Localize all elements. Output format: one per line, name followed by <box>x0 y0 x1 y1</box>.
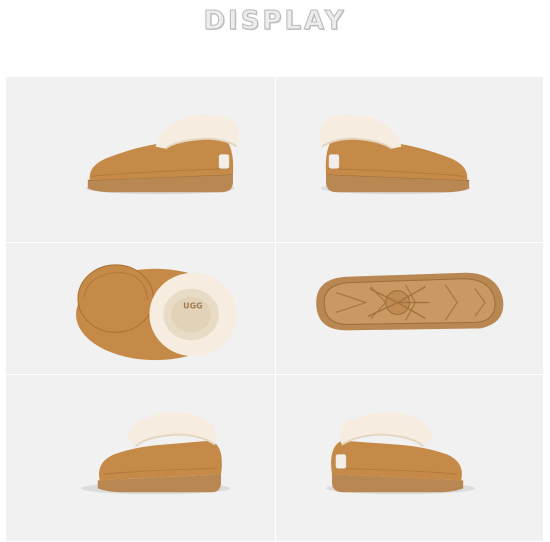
slipper-angle-right-illustration <box>326 412 476 495</box>
product-image-grid: UGG <box>6 77 544 542</box>
display-heading: DISPLAY <box>203 6 347 37</box>
product-image-side-left[interactable] <box>6 77 276 243</box>
slipper-angle-left-illustration <box>80 412 230 495</box>
product-display-page: DISPLAY UGG <box>0 0 550 542</box>
slipper-sole-illustration <box>316 272 504 331</box>
product-image-side-right[interactable] <box>276 77 544 243</box>
product-image-angle-left[interactable] <box>6 375 276 542</box>
svg-text:UGG: UGG <box>183 302 202 311</box>
slipper-side-left-illustration <box>85 114 240 195</box>
product-image-top[interactable]: UGG <box>6 243 276 375</box>
product-image-angle-right[interactable] <box>276 375 544 542</box>
slipper-top-illustration: UGG <box>75 264 237 361</box>
slipper-side-right-illustration <box>319 114 471 195</box>
product-image-sole[interactable] <box>276 243 544 375</box>
